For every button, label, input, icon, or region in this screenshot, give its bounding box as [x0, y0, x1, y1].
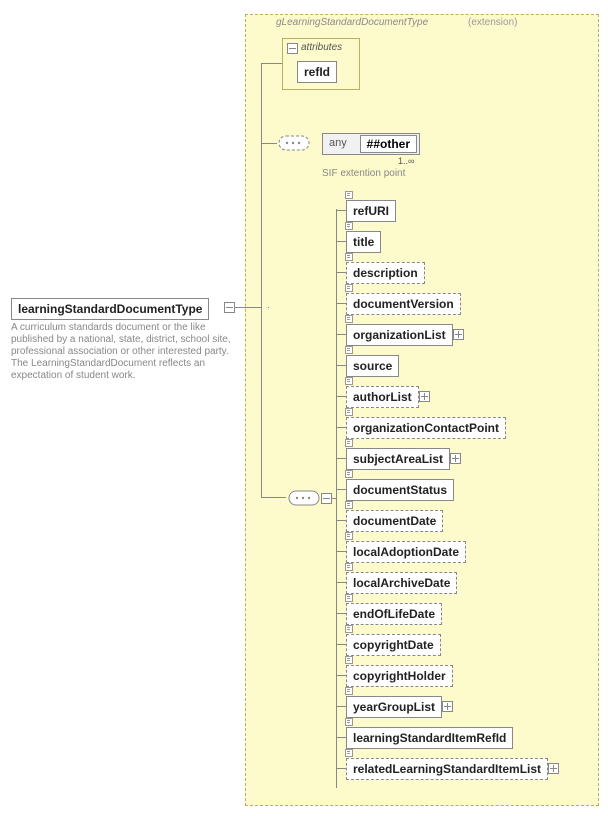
doc-icon — [345, 284, 353, 292]
element-label: copyrightHolder — [353, 669, 446, 683]
seq-main — [286, 488, 320, 506]
doc-icon — [345, 222, 353, 230]
root-description: A curriculum standards document or the l… — [11, 322, 231, 382]
doc-icon — [345, 594, 353, 602]
element-copyrightDate: copyrightDate — [346, 634, 441, 656]
root-label: learningStandardDocumentType — [18, 302, 202, 316]
element-localAdoptionDate: localAdoptionDate — [346, 541, 466, 563]
attr-refid-label: refId — [304, 65, 330, 79]
element-label: description — [353, 266, 418, 280]
doc-icon — [345, 439, 353, 447]
doc-icon — [345, 532, 353, 540]
element-endOfLifeDate: endOfLifeDate — [346, 603, 442, 625]
element-label: organizationList — [353, 328, 446, 342]
doc-icon — [345, 253, 353, 261]
expand-authorList[interactable] — [419, 391, 430, 402]
element-localArchiveDate: localArchiveDate — [346, 572, 457, 594]
element-organizationContactPoint: organizationContactPoint — [346, 417, 506, 439]
element-label: title — [353, 235, 374, 249]
doc-icon — [345, 346, 353, 354]
doc-icon — [345, 625, 353, 633]
element-source: source — [346, 355, 399, 377]
doc-icon — [345, 718, 353, 726]
root-expander[interactable] — [224, 302, 235, 313]
doc-icon — [345, 408, 353, 416]
group-title: gLearningStandardDocumentType — [276, 17, 428, 28]
element-description: description — [346, 262, 425, 284]
any-label: any — [329, 137, 347, 149]
attributes-box: attributes refId — [282, 38, 360, 90]
doc-icon — [345, 470, 353, 478]
doc-icon — [345, 749, 353, 757]
element-refURI: refURI — [346, 200, 396, 222]
attributes-label: attributes — [301, 42, 342, 53]
element-label: endOfLifeDate — [353, 607, 435, 621]
element-relatedLearningStandardItemList: relatedLearningStandardItemList — [346, 758, 548, 780]
expand-subjectAreaList[interactable] — [450, 453, 461, 464]
seq-main-expander[interactable] — [321, 493, 332, 504]
element-learningStandardItemRefId: learningStandardItemRefId — [346, 727, 513, 749]
group-ext-label: (extension) — [468, 17, 517, 28]
element-label: documentDate — [353, 514, 436, 528]
element-authorList: authorList — [346, 386, 419, 408]
doc-icon — [345, 656, 353, 664]
element-copyrightHolder: copyrightHolder — [346, 665, 453, 687]
any-note: SIF extention point — [322, 168, 405, 179]
element-label: refURI — [353, 204, 389, 218]
element-label: subjectAreaList — [353, 452, 443, 466]
canvas: gLearningStandardDocumentType (extension… — [0, 0, 608, 816]
element-yearGroupList: yearGroupList — [346, 696, 442, 718]
doc-icon — [345, 315, 353, 323]
doc-icon — [345, 377, 353, 385]
expand-relatedLearningStandardItemList[interactable] — [548, 763, 559, 774]
element-documentDate: documentDate — [346, 510, 443, 532]
doc-icon — [345, 191, 353, 199]
doc-icon — [345, 563, 353, 571]
element-subjectAreaList: subjectAreaList — [346, 448, 450, 470]
any-other: any ##other — [322, 133, 420, 155]
element-label: localAdoptionDate — [353, 545, 459, 559]
collapse-attr[interactable] — [287, 43, 298, 54]
children-backbone — [336, 209, 337, 788]
element-organizationList: organizationList — [346, 324, 453, 346]
element-label: documentStatus — [353, 483, 447, 497]
element-title: title — [346, 231, 381, 253]
element-label: yearGroupList — [353, 700, 435, 714]
element-label: organizationContactPoint — [353, 421, 499, 435]
doc-icon — [345, 687, 353, 695]
element-label: relatedLearningStandardItemList — [353, 762, 541, 776]
element-label: authorList — [353, 390, 412, 404]
root-type-node: learningStandardDocumentType — [11, 298, 209, 320]
element-label: source — [353, 359, 392, 373]
doc-icon — [345, 501, 353, 509]
seq-any — [276, 133, 310, 151]
element-label: localArchiveDate — [353, 576, 450, 590]
element-documentStatus: documentStatus — [346, 479, 454, 501]
any-value: ##other — [360, 135, 417, 153]
element-label: documentVersion — [353, 297, 454, 311]
expand-yearGroupList[interactable] — [442, 701, 453, 712]
element-label: learningStandardItemRefId — [353, 731, 506, 745]
element-documentVersion: documentVersion — [346, 293, 461, 315]
attr-refid: refId — [297, 61, 337, 83]
expand-organizationList[interactable] — [453, 329, 464, 340]
any-cardinality: 1..∞ — [398, 156, 414, 166]
element-label: copyrightDate — [353, 638, 434, 652]
